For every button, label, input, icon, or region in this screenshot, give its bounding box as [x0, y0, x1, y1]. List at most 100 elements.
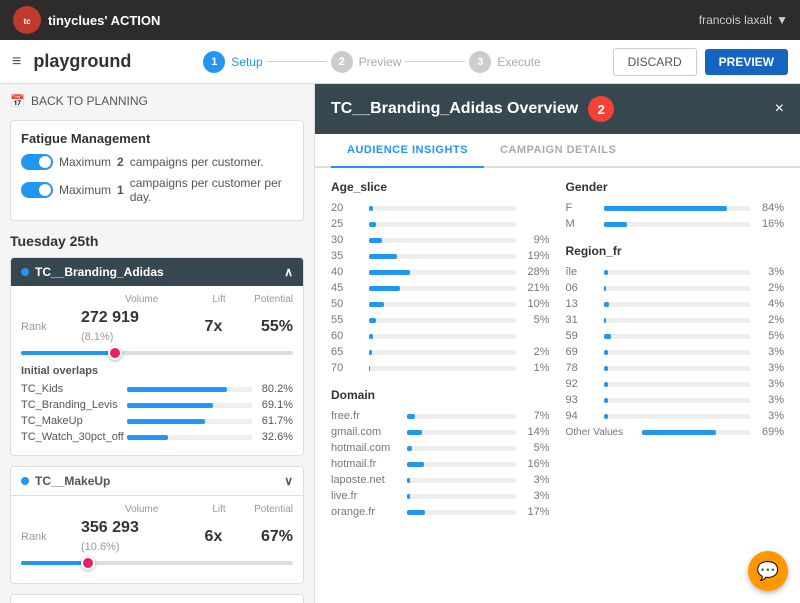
age-35-pct: 19% [522, 250, 550, 262]
user-info[interactable]: francois laxalt ▼ [699, 13, 788, 27]
region-78-bar [604, 366, 608, 371]
age-20-row: 20 [331, 202, 550, 214]
region-93-bar [604, 398, 608, 403]
gender-m-row: M 16% [566, 218, 785, 230]
campaign-header-levis[interactable]: TC__Branding_Levis ∨ [11, 595, 303, 603]
overview-content: Age_slice 20 25 30 [315, 168, 800, 603]
fatigue-toggle-2[interactable] [21, 182, 53, 198]
region-59-pct: 5% [756, 330, 784, 342]
age-40-pct: 28% [522, 266, 550, 278]
campaign-header-branding-adidas[interactable]: TC__Branding_Adidas ∧ [11, 258, 303, 286]
region-94-bar [604, 414, 608, 419]
region-69-bar [604, 350, 608, 355]
region-31-bar-container [604, 318, 751, 323]
age-55-bar [369, 318, 376, 323]
tab-audience-insights[interactable]: AUDIENCE INSIGHTS [331, 134, 484, 168]
domain-title: Domain [331, 388, 550, 402]
fatigue-row-1-label1: Maximum [59, 155, 111, 169]
volume-slider[interactable] [21, 351, 293, 355]
domain-free-bar [407, 414, 415, 419]
step-execute[interactable]: 3 Execute [469, 51, 540, 73]
slider-thumb[interactable] [108, 346, 122, 360]
menu-icon[interactable]: ≡ [12, 53, 21, 71]
step-2-label: Preview [359, 55, 402, 69]
lift-col-makeup: Lift [158, 504, 225, 515]
region-92-bar-container [604, 382, 751, 387]
region-ile-label: île [566, 266, 598, 278]
rank-col-label-makeup [21, 504, 91, 515]
metrics-row-makeup: Rank 356 293 (10.6%) 6x 67% [21, 519, 293, 555]
age-slice-section: Age_slice 20 25 30 [331, 180, 550, 522]
region-other-pct: 69% [756, 426, 784, 438]
potential-col-label: Potential [226, 294, 293, 305]
region-59-label: 59 [566, 330, 598, 342]
chat-button[interactable]: 💬 [748, 551, 788, 591]
age-65-bar-container [369, 350, 516, 355]
gender-f-bar-container [604, 206, 751, 211]
overlap-row-4: TC_Watch_30pct_off 32.6% [21, 431, 293, 443]
region-13-label: 13 [566, 298, 598, 310]
step-setup[interactable]: 1 Setup [203, 51, 262, 73]
back-to-planning[interactable]: 📅 BACK TO PLANNING [10, 94, 304, 108]
overlap-bar-2 [127, 403, 213, 408]
overlap-row-2: TC_Branding_Levis 69.1% [21, 399, 293, 411]
campaign-header-makeup[interactable]: TC__MakeUp ∨ [11, 467, 303, 496]
region-69-pct: 3% [756, 346, 784, 358]
fatigue-row-1-label2: campaigns per customer. [130, 155, 264, 169]
age-65-bar [369, 350, 372, 355]
age-70-bar [369, 366, 370, 371]
lift-value: 7x [152, 318, 223, 336]
age-55-label: 55 [331, 314, 363, 326]
tab-campaign-details[interactable]: CAMPAIGN DETAILS [484, 134, 632, 168]
gender-f-bar [604, 206, 727, 211]
overlap-bar-container-3 [127, 419, 252, 424]
slider-fill [21, 351, 116, 355]
close-button[interactable]: × [775, 100, 784, 118]
day-label: Tuesday 25th [10, 233, 304, 249]
age-65-pct: 2% [522, 346, 550, 358]
domain-gmail-row: gmail.com 14% [331, 426, 550, 438]
domain-laposte-label: laposte.net [331, 474, 401, 486]
rank-value: 272 919 (8.1%) [81, 309, 152, 345]
col-labels: Volume Lift Potential [21, 294, 293, 305]
age-45-bar [369, 286, 400, 291]
age-25-label: 25 [331, 218, 363, 230]
domain-free-pct: 7% [522, 410, 550, 422]
volume-slider-makeup[interactable] [21, 561, 293, 565]
age-65-label: 65 [331, 346, 363, 358]
domain-orange-label: orange.fr [331, 506, 401, 518]
region-other-bar [642, 430, 717, 435]
step-preview[interactable]: 2 Preview [331, 51, 402, 73]
fatigue-toggle-1[interactable] [21, 154, 53, 170]
campaign-card-branding-adidas: TC__Branding_Adidas ∧ Volume Lift Potent… [10, 257, 304, 456]
discard-button[interactable]: DISCARD [613, 48, 697, 76]
potential-value: 55% [222, 318, 293, 336]
slider-thumb-makeup[interactable] [81, 556, 95, 570]
overlap-name-1: TC_Kids [21, 383, 121, 395]
left-panel: 📅 BACK TO PLANNING Fatigue Management Ma… [0, 84, 315, 603]
domain-orange-bar-container [407, 510, 516, 515]
lift-col-label: Lift [158, 294, 225, 305]
domain-hotmail-fr-pct: 16% [522, 458, 550, 470]
top-nav: tc tinyclues' ACTION francois laxalt ▼ [0, 0, 800, 40]
overlap-pct-3: 61.7% [258, 415, 293, 427]
overview-badge: 2 [588, 96, 614, 122]
region-69-bar-container [604, 350, 751, 355]
rank-col-label [21, 294, 91, 305]
domain-gmail-label: gmail.com [331, 426, 401, 438]
domain-gmail-bar-container [407, 430, 516, 435]
campaign-name-1: TC__Branding_Adidas [35, 265, 164, 279]
fatigue-row-2-label1: Maximum [59, 183, 111, 197]
region-13-bar [604, 302, 610, 307]
region-ile-bar [604, 270, 608, 275]
domain-laposte-row: laposte.net 3% [331, 474, 550, 486]
region-06-pct: 2% [756, 282, 784, 294]
overview-panel: TC__Branding_Adidas Overview 2 × AUDIENC… [315, 84, 800, 603]
region-94-label: 94 [566, 410, 598, 422]
makeup-dot [21, 477, 29, 485]
logo: tc tinyclues' ACTION [12, 5, 160, 35]
rank-value-makeup: 356 293 (10.6%) [81, 519, 152, 555]
age-40-row: 40 28% [331, 266, 550, 278]
overlap-row-3: TC_MakeUp 61.7% [21, 415, 293, 427]
preview-button[interactable]: PREVIEW [705, 49, 788, 75]
